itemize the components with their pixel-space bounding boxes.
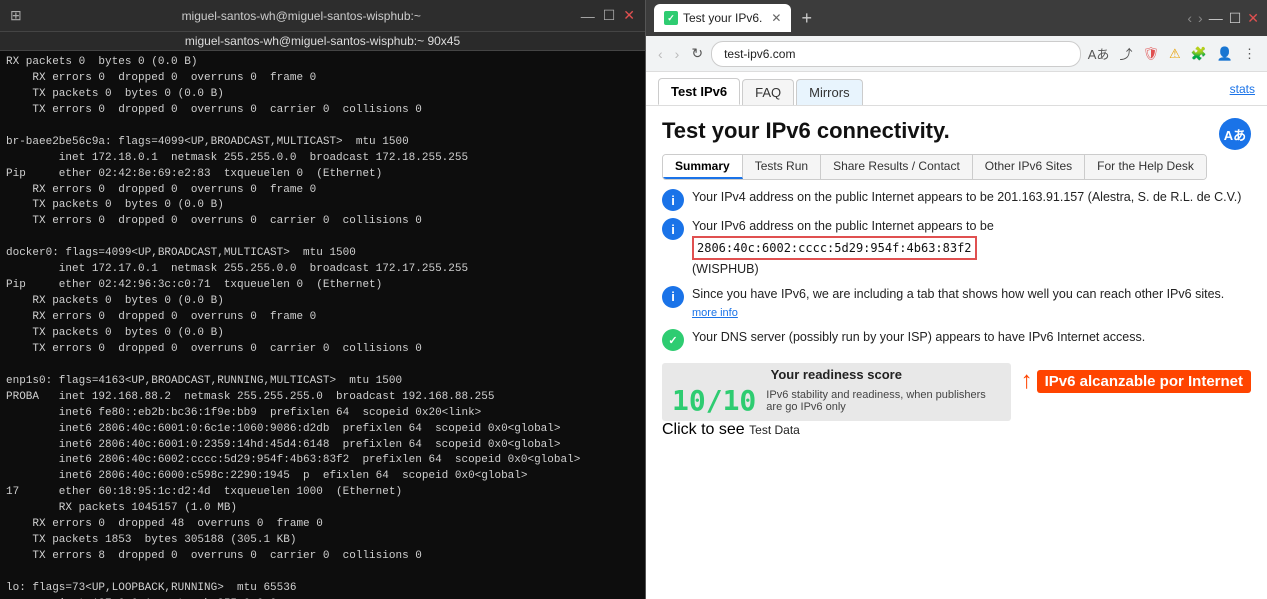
minimize-icon[interactable]: — bbox=[1209, 10, 1223, 26]
browser-titlebar: ✓ Test your IPv6. ✕ + ‹ › — ☐ ✕ bbox=[646, 0, 1267, 36]
translate-icon[interactable]: Aあ bbox=[1085, 42, 1113, 65]
tab-favicon: ✓ bbox=[664, 11, 678, 25]
browser-tab[interactable]: ✓ Test your IPv6. ✕ bbox=[654, 4, 791, 32]
info-text-ipv4: Your IPv4 address on the public Internet… bbox=[692, 188, 1241, 207]
close-button[interactable]: ✕ bbox=[623, 7, 635, 24]
inner-tab-other-ipv6[interactable]: Other IPv6 Sites bbox=[973, 155, 1085, 179]
forward-button[interactable]: › bbox=[671, 44, 684, 64]
grid-icon: ⊞ bbox=[10, 7, 22, 24]
share-icon[interactable]: ⤴ bbox=[1116, 42, 1135, 65]
back-button[interactable]: ‹ bbox=[654, 44, 667, 64]
inner-tab-tests-run[interactable]: Tests Run bbox=[743, 155, 821, 179]
address-bar[interactable] bbox=[711, 41, 1081, 67]
shield-icon: 🛡 bbox=[1139, 44, 1162, 64]
site-tab-faq[interactable]: FAQ bbox=[742, 79, 794, 105]
info-list: i Your IPv4 address on the public Intern… bbox=[662, 188, 1251, 351]
annotation-label: IPv6 alcanzable por Internet bbox=[1037, 370, 1251, 393]
info-icon-3: i bbox=[662, 286, 684, 308]
warning-icon: ⚠ bbox=[1166, 44, 1184, 64]
inner-tab-help-desk[interactable]: For the Help Desk bbox=[1085, 155, 1206, 179]
maximize-icon[interactable]: ☐ bbox=[1229, 10, 1242, 27]
info-icon-4: ✓ bbox=[662, 329, 684, 351]
info-item-ipv6-sites: i Since you have IPv6, we are including … bbox=[662, 285, 1251, 323]
floating-translate-icon[interactable]: Aあ bbox=[1219, 118, 1251, 150]
site-tabs: Test IPv6 FAQ Mirrors stats bbox=[646, 72, 1267, 106]
close-icon[interactable]: ✕ bbox=[1247, 10, 1259, 27]
info-text-ipv6: Your IPv6 address on the public Internet… bbox=[692, 217, 994, 279]
info-icon-2: i bbox=[662, 218, 684, 240]
chevron-left-icon: ‹ bbox=[1187, 10, 1192, 26]
minimize-button[interactable]: — bbox=[581, 8, 595, 24]
inner-tabs: Summary Tests Run Share Results / Contac… bbox=[662, 154, 1207, 180]
red-arrow-icon: ↑ bbox=[1021, 367, 1033, 395]
more-info-link[interactable]: more info bbox=[692, 307, 738, 319]
reload-button[interactable]: ↻ bbox=[687, 43, 707, 64]
browser-window: ✓ Test your IPv6. ✕ + ‹ › — ☐ ✕ ‹ › ↻ Aあ… bbox=[645, 0, 1267, 599]
info-text-ipv6-sites: Since you have IPv6, we are including a … bbox=[692, 285, 1251, 323]
terminal-title: miguel-santos-wh@miguel-santos-wisphub:~ bbox=[22, 9, 581, 23]
info-icon-1: i bbox=[662, 189, 684, 211]
terminal-titlebar: ⊞ miguel-santos-wh@miguel-santos-wisphub… bbox=[0, 0, 645, 32]
site-tab-test-ipv6[interactable]: Test IPv6 bbox=[658, 78, 740, 105]
stats-link[interactable]: stats bbox=[1230, 82, 1255, 101]
site-main: Test your IPv6 connectivity. Aあ Summary … bbox=[646, 106, 1267, 599]
browser-window-controls: ‹ › — ☐ ✕ bbox=[1187, 10, 1259, 27]
profile-icon[interactable]: 👤 bbox=[1214, 44, 1236, 64]
browser-content: Test IPv6 FAQ Mirrors stats Test your IP… bbox=[646, 72, 1267, 599]
ipv6-suffix-text: (WISPHUB) bbox=[692, 262, 759, 276]
test-data-section: Click to see Test Data bbox=[662, 421, 1011, 439]
ipv6-address-highlight: 2806:40c:6002:cccc:5d29:954f:4b63:83f2 bbox=[692, 236, 977, 260]
terminal-controls: — ☐ ✕ bbox=[581, 7, 635, 24]
terminal-subtitle: miguel-santos-wh@miguel-santos-wisphub:~… bbox=[0, 32, 645, 51]
score-row: 10/10 IPv6 stability and readiness, when… bbox=[672, 384, 1001, 417]
test-data-link[interactable]: Test Data bbox=[749, 423, 800, 437]
browser-navbar: ‹ › ↻ Aあ ⤴ 🛡 ⚠ 🧩 👤 ⋮ bbox=[646, 36, 1267, 72]
readiness-title: Your readiness score bbox=[672, 367, 1001, 382]
nav-icons: Aあ ⤴ 🛡 ⚠ 🧩 👤 ⋮ bbox=[1085, 42, 1259, 65]
new-tab-button[interactable]: + bbox=[801, 8, 812, 29]
maximize-button[interactable]: ☐ bbox=[603, 7, 616, 24]
tab-title: Test your IPv6. bbox=[683, 11, 762, 25]
readiness-score: 10/10 bbox=[672, 384, 756, 417]
info-text-dns: Your DNS server (possibly run by your IS… bbox=[692, 328, 1145, 347]
readiness-section: Your readiness score 10/10 IPv6 stabilit… bbox=[662, 363, 1011, 421]
tab-close-button[interactable]: ✕ bbox=[771, 11, 781, 25]
ipv6-prefix-text: Your IPv6 address on the public Internet… bbox=[692, 219, 994, 233]
inner-tab-share-results[interactable]: Share Results / Contact bbox=[821, 155, 973, 179]
site-tab-mirrors[interactable]: Mirrors bbox=[796, 79, 862, 105]
inner-tab-summary[interactable]: Summary bbox=[663, 155, 743, 179]
terminal-body: RX packets 0 bytes 0 (0.0 B) RX errors 0… bbox=[0, 51, 645, 599]
info-item-ipv6: i Your IPv6 address on the public Intern… bbox=[662, 217, 1251, 279]
chevron-right-icon: › bbox=[1198, 10, 1203, 26]
menu-icon[interactable]: ⋮ bbox=[1240, 44, 1259, 64]
site-heading: Test your IPv6 connectivity. bbox=[662, 118, 950, 144]
ipv6-sites-text: Since you have IPv6, we are including a … bbox=[692, 287, 1224, 301]
extensions-icon[interactable]: 🧩 bbox=[1188, 44, 1210, 64]
terminal-window: ⊞ miguel-santos-wh@miguel-santos-wisphub… bbox=[0, 0, 645, 599]
readiness-subtitle: IPv6 stability and readiness, when publi… bbox=[766, 389, 1000, 413]
info-item-dns: ✓ Your DNS server (possibly run by your … bbox=[662, 328, 1251, 351]
info-item-ipv4: i Your IPv4 address on the public Intern… bbox=[662, 188, 1251, 211]
